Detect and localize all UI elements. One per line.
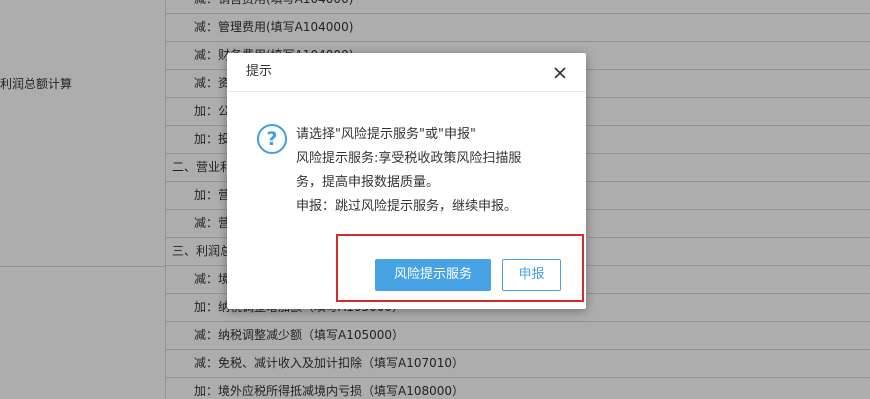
close-icon[interactable]	[552, 65, 568, 81]
risk-alert-service-button[interactable]: 风险提示服务	[375, 259, 491, 291]
declare-button[interactable]: 申报	[502, 259, 561, 291]
question-circle-icon: ?	[257, 124, 287, 154]
dialog-header: 提示	[227, 53, 586, 92]
dialog-message-line: 请选择"风险提示服务"或"申报"	[296, 127, 476, 142]
dialog-message-line: 风险提示服务:享受税收政策风险扫描服	[296, 151, 522, 166]
dialog-title: 提示	[246, 64, 273, 79]
dialog-message-line: 申报：跳过风险提示服务，继续申报。	[296, 199, 518, 214]
dialog-message-line: 务，提高申报数据质量。	[296, 175, 440, 190]
